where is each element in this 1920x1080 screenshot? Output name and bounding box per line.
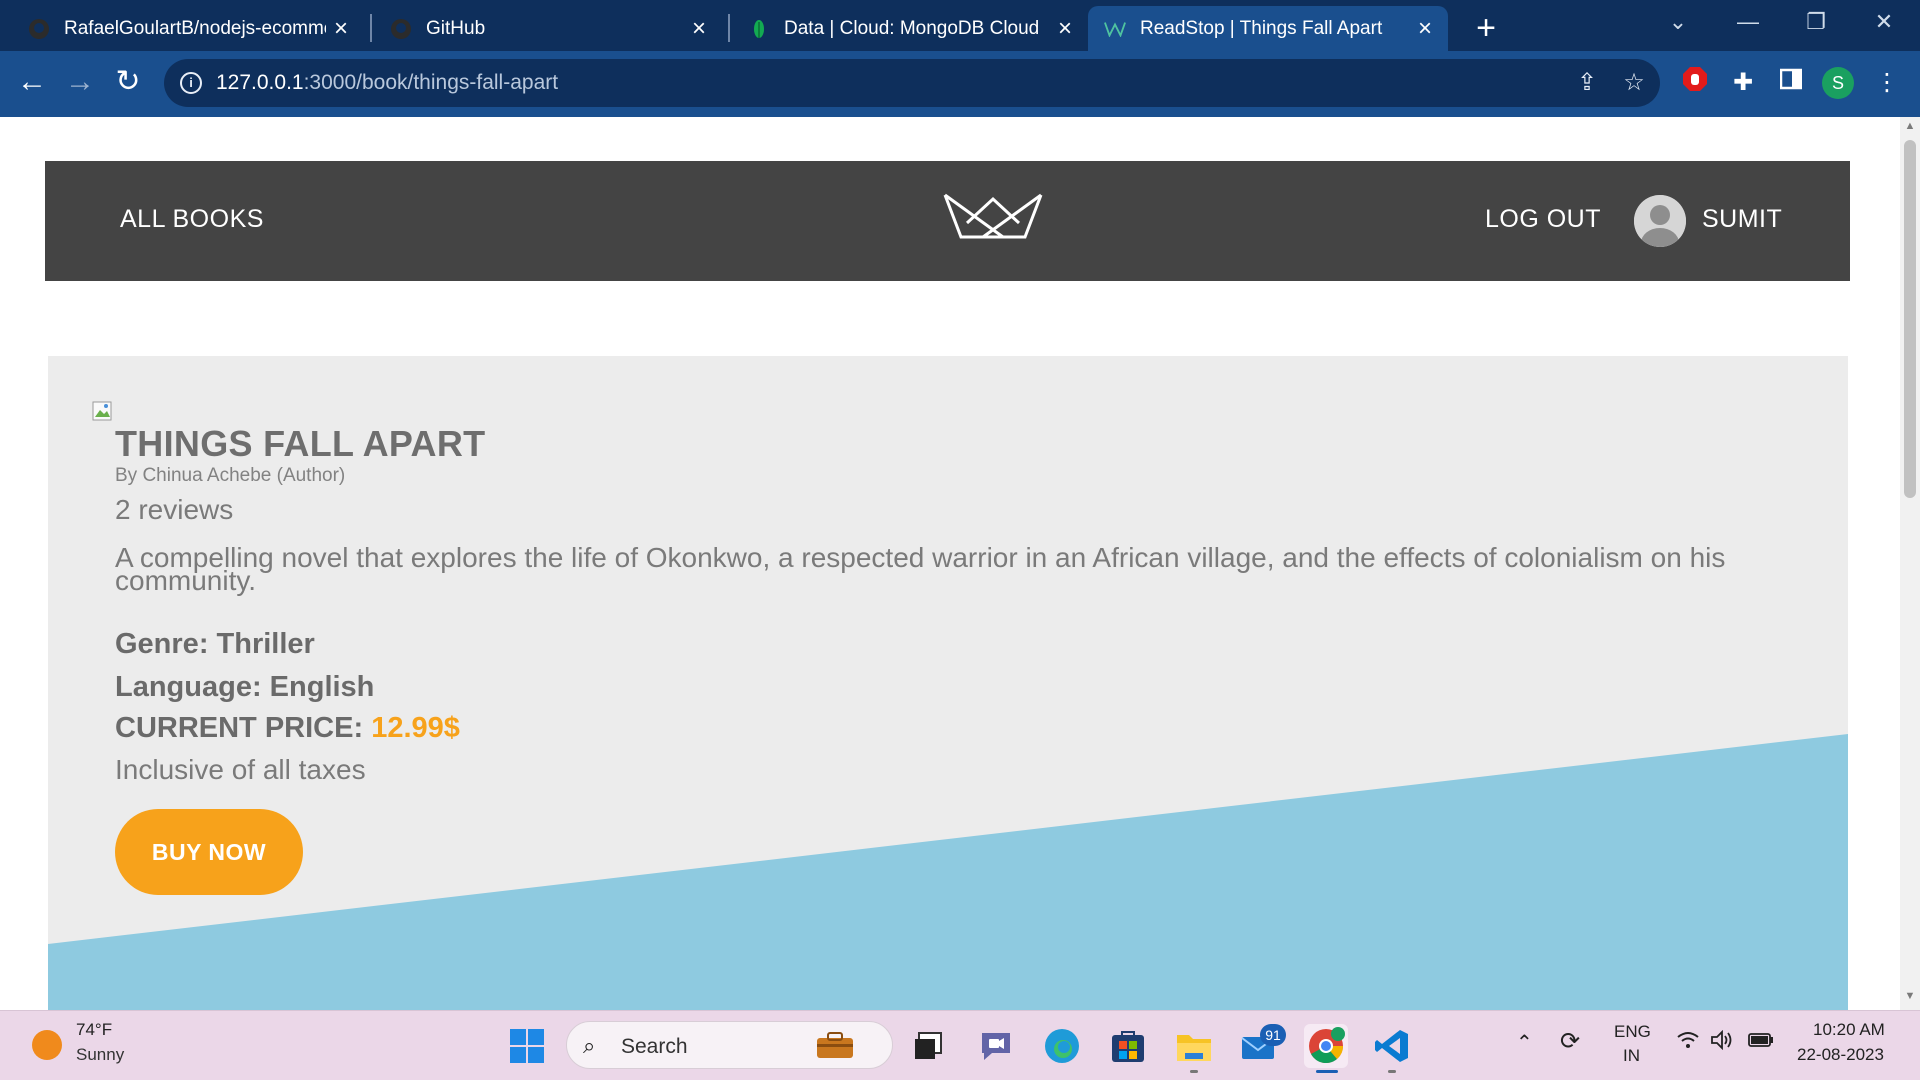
readstop-crown-icon — [1104, 18, 1126, 40]
adblock-extension-icon[interactable] — [1678, 66, 1712, 100]
close-window-button[interactable]: ✕ — [1854, 0, 1914, 44]
back-button[interactable]: ← — [12, 62, 52, 102]
search-label: Search — [621, 1035, 688, 1058]
book-title: THINGS FALL APART — [115, 423, 486, 464]
tab-mongodb[interactable]: Data | Cloud: MongoDB Cloud × — [732, 6, 1088, 51]
tab-search-chevron-icon[interactable]: ⌄ — [1648, 0, 1708, 44]
user-avatar[interactable] — [1634, 195, 1686, 247]
book-detail-panel: THINGS FALL APART By Chinua Achebe (Auth… — [48, 356, 1848, 1010]
book-description: A compelling novel that explores the lif… — [115, 542, 1726, 596]
tab-title: ReadStop | Things Fall Apart — [1140, 17, 1383, 39]
tax-note: Inclusive of all taxes — [115, 754, 366, 785]
book-language: Language: English — [115, 671, 375, 703]
sync-icon[interactable]: ⟳ — [1560, 1027, 1580, 1056]
review-count[interactable]: 2 reviews — [115, 494, 233, 526]
running-indicator — [1388, 1070, 1396, 1073]
close-icon[interactable]: × — [1410, 15, 1440, 43]
bookmark-star-icon[interactable]: ☆ — [1617, 66, 1651, 100]
buy-now-button[interactable]: BUY NOW — [115, 809, 303, 895]
tab-separator — [728, 14, 730, 42]
tab-title: RafaelGoulartB/nodejs-ecommerce — [64, 17, 326, 39]
reload-button[interactable]: ↻ — [108, 62, 148, 102]
clock-time[interactable]: 10:20 AM — [1813, 1020, 1885, 1040]
restore-button[interactable]: ❐ — [1786, 0, 1846, 44]
briefcase-icon — [815, 1030, 855, 1065]
microsoft-store-icon[interactable] — [1106, 1024, 1150, 1068]
site-navbar: ALL BOOKS LOG OUT SUMIT — [45, 161, 1850, 281]
book-genre: Genre: Thriller — [115, 628, 315, 660]
book-cover-image — [92, 401, 116, 423]
tab-readstop[interactable]: ReadStop | Things Fall Apart × — [1088, 6, 1448, 51]
github-icon — [28, 18, 50, 40]
tab-github[interactable]: GitHub × — [374, 6, 722, 51]
mail-badge: 91 — [1260, 1024, 1286, 1046]
tab-title: GitHub — [426, 17, 486, 39]
weather-temperature[interactable]: 74°F — [76, 1020, 112, 1040]
tab-separator — [370, 14, 372, 42]
taskbar-search-box[interactable]: ⌕ Search — [566, 1021, 893, 1069]
url-text: 127.0.0.1:3000/book/things-fall-apart — [216, 71, 559, 94]
page-scrollbar-thumb[interactable] — [1904, 140, 1916, 498]
scroll-down-arrow-icon[interactable]: ▼ — [1904, 990, 1916, 1002]
show-hidden-icons-chevron[interactable]: ⌃ — [1516, 1030, 1533, 1055]
side-panel-icon[interactable] — [1774, 66, 1808, 100]
clock-date[interactable]: 22-08-2023 — [1797, 1045, 1884, 1065]
github-icon — [390, 18, 412, 40]
search-icon: ⌕ — [583, 1033, 596, 1058]
user-name-link[interactable]: SUMIT — [1702, 205, 1782, 234]
site-info-icon[interactable]: i — [180, 72, 202, 94]
minimize-button[interactable]: — — [1718, 0, 1778, 44]
book-author: By Chinua Achebe (Author) — [115, 465, 346, 486]
battery-icon[interactable] — [1748, 1032, 1774, 1053]
file-explorer-icon[interactable] — [1172, 1024, 1216, 1068]
price-label: CURRENT PRICE: — [115, 712, 364, 744]
tab-github-repo[interactable]: RafaelGoulartB/nodejs-ecommerce × — [12, 6, 364, 51]
price-value: 12.99$ — [371, 712, 460, 744]
edge-browser-icon[interactable] — [1040, 1024, 1084, 1068]
active-app-indicator — [1316, 1070, 1338, 1073]
chrome-browser-icon[interactable] — [1304, 1024, 1348, 1068]
tab-title: Data | Cloud: MongoDB Cloud — [784, 17, 1040, 39]
extensions-puzzle-icon[interactable]: ✚ — [1726, 66, 1760, 100]
weather-sun-icon[interactable] — [32, 1030, 62, 1060]
weather-condition[interactable]: Sunny — [76, 1045, 124, 1065]
task-view-icon[interactable] — [906, 1024, 950, 1068]
mail-icon[interactable]: 91 — [1238, 1024, 1286, 1068]
forward-button[interactable]: → — [60, 62, 100, 102]
volume-icon[interactable] — [1710, 1029, 1734, 1055]
readstop-logo[interactable] — [943, 189, 1043, 241]
all-books-link[interactable]: ALL BOOKS — [120, 205, 264, 234]
more-menu-icon[interactable]: ⋮ — [1870, 66, 1904, 100]
windows-taskbar — [0, 1010, 1920, 1080]
language-region[interactable]: IN — [1623, 1046, 1640, 1066]
wifi-icon[interactable] — [1676, 1030, 1700, 1056]
language-eng[interactable]: ENG — [1614, 1022, 1651, 1042]
scroll-up-arrow-icon[interactable]: ▲ — [1904, 120, 1916, 132]
mongodb-leaf-icon — [748, 18, 770, 40]
close-icon[interactable]: × — [684, 15, 714, 43]
share-icon[interactable]: ⇪ — [1570, 66, 1604, 100]
log-out-link[interactable]: LOG OUT — [1485, 205, 1601, 234]
profile-avatar[interactable]: S — [1822, 67, 1854, 99]
running-indicator — [1190, 1070, 1198, 1073]
close-icon[interactable]: × — [326, 15, 356, 43]
vscode-icon[interactable] — [1370, 1024, 1414, 1068]
page-viewport: ALL BOOKS LOG OUT SUMIT THINGS FALL APAR… — [0, 117, 1900, 1010]
close-icon[interactable]: × — [1050, 15, 1080, 43]
new-tab-button[interactable]: + — [1466, 8, 1506, 48]
address-bar[interactable]: i 127.0.0.1:3000/book/things-fall-apart — [164, 59, 1660, 107]
current-price: CURRENT PRICE: 12.99$ — [115, 712, 460, 745]
teams-chat-icon[interactable] — [974, 1024, 1018, 1068]
windows-start-icon[interactable] — [505, 1024, 549, 1068]
